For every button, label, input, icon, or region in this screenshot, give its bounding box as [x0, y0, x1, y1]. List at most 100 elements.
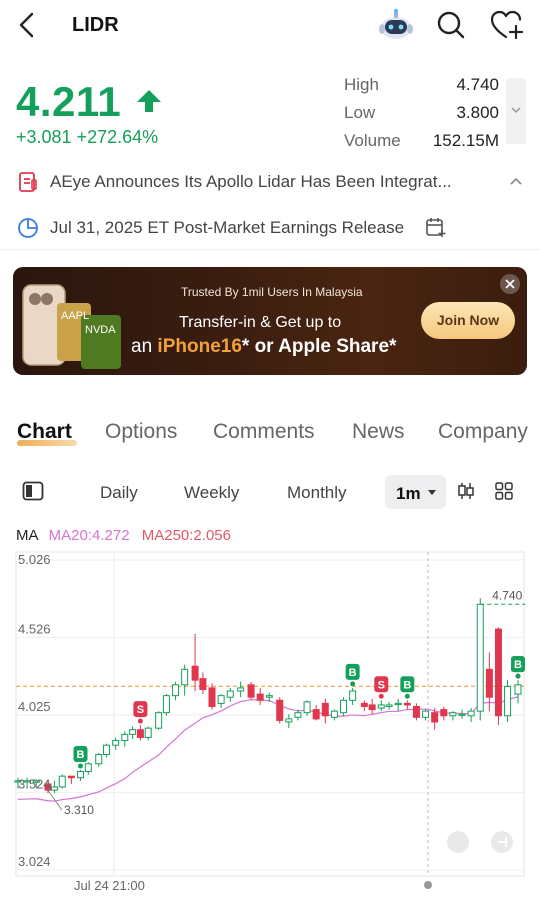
price-up-arrow-icon [137, 90, 161, 112]
candle-series [14, 598, 522, 794]
candle-body [237, 687, 245, 692]
expand-stats-button[interactable] [506, 78, 526, 144]
candle-body [191, 665, 199, 681]
x-tick-label: Jul 24 21:00 [74, 878, 145, 893]
candle-body [440, 709, 448, 717]
candle-body [294, 712, 302, 718]
y-tick-label: 3.524 [18, 777, 51, 792]
close-banner-icon[interactable] [500, 274, 520, 294]
trade-marker-dot [515, 673, 521, 679]
tab-options[interactable]: Options [105, 420, 177, 444]
candle-body [514, 684, 522, 695]
price-chart[interactable]: 4.7403.310BSBSBSB 5.0264.5264.0253.5243.… [0, 548, 540, 896]
earnings-release-row[interactable]: Jul 31, 2025 ET Post-Market Earnings Rel… [0, 206, 540, 250]
candle-body [312, 709, 320, 720]
trade-marker-dot [378, 693, 384, 699]
y-tick-label: 3.024 [18, 854, 51, 869]
candle-body [504, 685, 512, 717]
join-now-button[interactable]: Join Now [421, 302, 515, 339]
candle-body [349, 690, 357, 701]
high-price-label: 4.740 [492, 588, 522, 602]
candle-body [476, 603, 484, 712]
candlestick-type-icon[interactable] [456, 481, 476, 501]
y-tick-label: 5.026 [18, 552, 51, 567]
y-tick-label: 4.025 [18, 699, 51, 714]
banner-highlight: iPhone16 [157, 336, 242, 357]
candle-body [181, 668, 189, 686]
news-headline-row[interactable]: AEye Announces Its Apollo Lidar Has Been… [0, 160, 540, 204]
candle-body [321, 702, 329, 717]
period-intraday-dropdown[interactable]: 1m [385, 475, 446, 509]
stat-label: High [344, 75, 379, 94]
ai-assistant-robot-icon[interactable] [378, 8, 414, 42]
candle-body [340, 699, 348, 714]
candle-body [199, 678, 207, 690]
news-document-icon [19, 172, 37, 192]
chart-zoom-button[interactable] [447, 831, 469, 853]
period-monthly[interactable]: Monthly [287, 483, 347, 503]
candle-body [330, 710, 338, 718]
buy-marker-label: B [77, 749, 85, 761]
candle-body [385, 704, 393, 707]
candle-body [458, 713, 466, 716]
stat-volume: Volume 152.15M [344, 130, 499, 158]
period-daily[interactable]: Daily [100, 483, 138, 503]
stat-label: Volume [344, 131, 401, 150]
layout-grid-icon[interactable] [494, 481, 514, 501]
candle-body [67, 775, 75, 779]
tab-company[interactable]: Company [438, 420, 528, 444]
pie-clock-icon [18, 218, 38, 238]
stat-value: 152.15M [432, 131, 499, 150]
quote-stats: High 4.740 Low 3.800 Volume 152.15M [344, 74, 499, 158]
candle-body [276, 699, 284, 721]
candle-body [412, 705, 420, 718]
candle-body [449, 712, 457, 717]
promo-banner[interactable]: AAPL NVDA Trusted By 1mil Users In Malay… [13, 267, 527, 375]
trade-marker-dot [350, 681, 356, 687]
chart-frame [15, 551, 525, 877]
period-weekly[interactable]: Weekly [184, 483, 239, 503]
back-arrow-icon[interactable] [14, 10, 42, 40]
candle-body [155, 712, 163, 729]
stat-value: 3.800 [456, 103, 499, 122]
active-tab-indicator [17, 440, 77, 446]
ma250-value: MA250:2.056 [141, 527, 231, 544]
candle-body [172, 684, 180, 697]
add-to-calendar-icon[interactable] [425, 216, 447, 238]
page-title: LIDR [72, 14, 119, 36]
candle-body [217, 695, 225, 704]
candle-body [494, 628, 502, 717]
top-nav: LIDR [0, 0, 540, 52]
add-to-watchlist-heart-icon[interactable] [490, 10, 524, 40]
candle-body [121, 733, 129, 742]
stat-low: Low 3.800 [344, 102, 499, 130]
chevron-up-icon[interactable] [508, 174, 524, 188]
ma-label: MA [16, 527, 39, 544]
buy-marker-label: B [514, 659, 522, 671]
candlestick-chart[interactable]: 4.7403.310BSBSBSB 5.0264.5264.0253.5243.… [0, 548, 540, 896]
candle-body [247, 684, 255, 698]
banner-headline-2-prefix: an [131, 336, 158, 357]
tab-news[interactable]: News [352, 420, 405, 444]
stat-label: Low [344, 103, 376, 122]
trade-marker-dot [137, 718, 143, 724]
candle-body [403, 702, 411, 706]
candle-body [467, 710, 475, 717]
y-tick-label: 4.526 [18, 621, 51, 636]
candle-body [256, 693, 264, 701]
candle-body [129, 729, 137, 735]
candle-body [58, 775, 66, 788]
candle-body [50, 786, 58, 791]
sell-marker-label: S [378, 679, 385, 691]
candle-body [226, 690, 234, 698]
candle-body [485, 668, 493, 698]
chevron-down-icon [511, 107, 521, 114]
candle-body [95, 753, 103, 765]
candle-body [162, 695, 170, 714]
sell-marker-label: S [137, 704, 144, 716]
search-icon[interactable] [436, 10, 466, 40]
banner-headline-2-suffix: * or Apple Share* [241, 336, 397, 357]
last-price: 4.211 [16, 78, 122, 125]
candle-body [368, 704, 376, 711]
tab-comments[interactable]: Comments [213, 420, 315, 444]
